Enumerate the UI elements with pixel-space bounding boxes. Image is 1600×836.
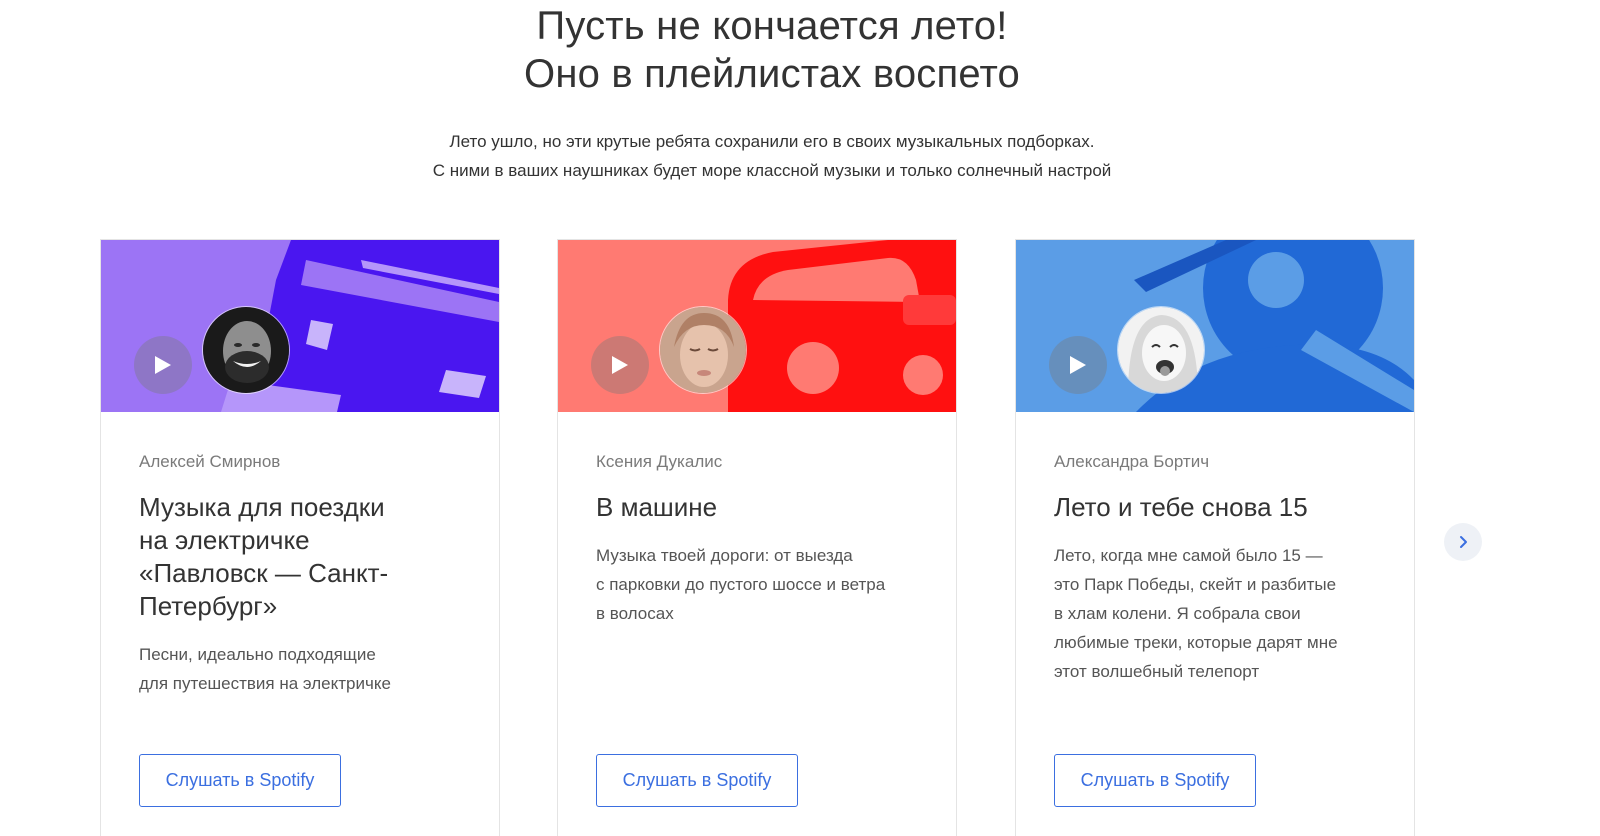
playlist-card-2: Ксения Дукалис В машине Музыка твоей дор… <box>557 239 957 836</box>
card-desc-line: Песни, идеально подходящие <box>139 645 376 664</box>
play-button[interactable] <box>591 336 649 394</box>
author-avatar <box>1117 306 1205 394</box>
man-portrait-icon <box>203 307 289 393</box>
play-icon <box>1070 356 1086 374</box>
card-title: Лето и тебе снова 15 <box>1054 491 1384 524</box>
carousel-next-button[interactable] <box>1444 523 1482 561</box>
card-title-line: Петербург» <box>139 591 278 621</box>
card-title-line: «Павловск — Санкт- <box>139 558 389 588</box>
card-desc-line: это Парк Победы, скейт и разбитые <box>1054 575 1337 594</box>
play-button[interactable] <box>1049 336 1107 394</box>
title-line-2: Оно в плейлистах воспето <box>524 52 1020 96</box>
listen-spotify-button[interactable]: Слушать в Spotify <box>139 754 341 807</box>
author-avatar <box>202 306 290 394</box>
playlist-card-3: Александра Бортич Лето и тебе снова 15 Л… <box>1015 239 1415 836</box>
card-title-line: на электричке <box>139 525 310 555</box>
card-title: В машине <box>596 491 926 524</box>
card-author: Ксения Дукалис <box>596 452 723 471</box>
card-desc-line: в хлам колени. Я собрала свои <box>1054 604 1301 623</box>
card-desc-line: этот волшебный телепорт <box>1054 662 1260 681</box>
title-line-1: Пусть не кончается лето! <box>536 4 1008 48</box>
woman-portrait-icon <box>1118 307 1204 393</box>
card-banner <box>1016 240 1414 412</box>
listen-spotify-button[interactable]: Слушать в Spotify <box>596 754 798 807</box>
author-avatar <box>659 306 747 394</box>
subtitle-line-2: С ними в ваших наушниках будет море клас… <box>432 161 1112 180</box>
card-desc-line: в волосах <box>596 604 674 623</box>
card-desc-line: Музыка твоей дороги: от выезда <box>596 546 853 565</box>
chevron-right-icon <box>1460 536 1467 548</box>
card-desc-line: для путешествия на электричке <box>139 674 391 693</box>
listen-spotify-button[interactable]: Слушать в Spotify <box>1054 754 1256 807</box>
card-desc-line: с парковки до пустого шоссе и ветра <box>596 575 886 594</box>
card-banner <box>101 240 499 412</box>
card-title-line: В машине <box>596 492 718 522</box>
section-subtitle: Лето ушло, но эти крутые ребята сохранил… <box>0 127 1544 185</box>
card-desc-line: Лето, когда мне самой было 15 — <box>1054 546 1323 565</box>
card-author: Алексей Смирнов <box>139 452 281 471</box>
section-title: Пусть не кончается лето! Оно в плейлиста… <box>0 2 1544 98</box>
card-title-line: Музыка для поездки <box>139 492 385 522</box>
card-title: Музыка для поездки на электричке «Павлов… <box>139 491 469 623</box>
card-title-line: Лето и тебе снова 15 <box>1054 492 1308 522</box>
woman-portrait-icon <box>660 307 746 393</box>
card-banner <box>558 240 956 412</box>
card-description: Песни, идеально подходящие для путешеств… <box>139 640 469 698</box>
card-description: Лето, когда мне самой было 15 — это Парк… <box>1054 541 1384 686</box>
play-icon <box>155 356 171 374</box>
card-desc-line: любимые треки, которые дарят мне <box>1054 633 1338 652</box>
subtitle-line-1: Лето ушло, но эти крутые ребята сохранил… <box>449 132 1095 151</box>
card-description: Музыка твоей дороги: от выезда с парковк… <box>596 541 926 628</box>
play-button[interactable] <box>134 336 192 394</box>
playlist-card-1: Алексей Смирнов Музыка для поездки на эл… <box>100 239 500 836</box>
play-icon <box>612 356 628 374</box>
card-author: Александра Бортич <box>1054 452 1210 471</box>
